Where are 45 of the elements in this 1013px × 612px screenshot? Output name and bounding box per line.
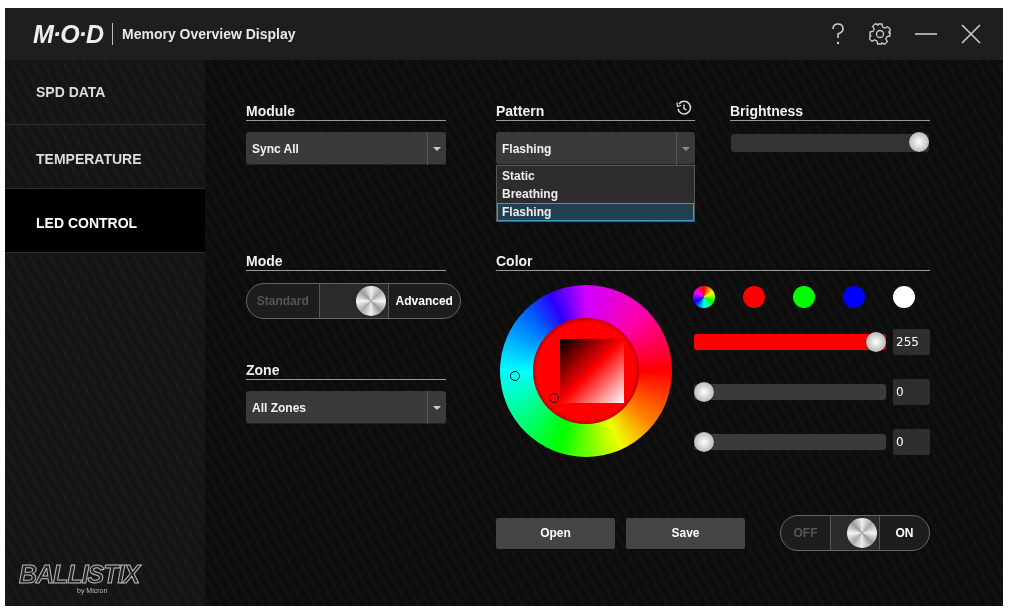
value-field[interactable]: 255 (893, 329, 930, 355)
minimize-icon[interactable] (915, 32, 937, 36)
window-title: Memory Overview Display (122, 26, 296, 42)
slider-thumb[interactable] (694, 382, 714, 402)
section-heading: Color (496, 253, 533, 270)
action-button[interactable]: Save (626, 517, 745, 549)
toggle-label: Advanced (394, 293, 454, 310)
module-dropdown[interactable]: Sync All (246, 132, 446, 165)
brand-logo: BALLISTIX (19, 561, 140, 587)
mode-toggle[interactable]: Standard Advanced (246, 283, 461, 319)
section-heading: Mode (246, 253, 283, 270)
settings-icon[interactable] (869, 23, 891, 45)
sidebar-item[interactable]: LED CONTROL (5, 189, 205, 253)
power-toggle[interactable]: OFF ON (780, 515, 930, 551)
toggle-label: Standard (255, 293, 310, 310)
toggle-label: OFF (792, 525, 819, 542)
color-swatch[interactable] (793, 286, 815, 308)
sidebar-item[interactable]: SPD DATA (5, 60, 205, 125)
slider-thumb[interactable] (866, 332, 886, 352)
zone-dropdown[interactable]: All Zones (246, 391, 446, 424)
help-icon[interactable] (831, 23, 845, 45)
toggle-knob (355, 286, 386, 316)
color-swatch[interactable] (743, 286, 765, 308)
dropdown-option[interactable]: Breathing (497, 185, 694, 203)
color-swatch[interactable] (843, 286, 865, 308)
toggle-label: ON (894, 525, 915, 542)
app-logo: M·O·D (33, 23, 113, 45)
section-heading: Pattern (496, 103, 545, 120)
color-spectrum-icon[interactable] (693, 286, 715, 308)
pattern-dropdown[interactable]: Flashing (496, 132, 695, 165)
section-heading: Brightness (730, 103, 804, 120)
value-field[interactable]: 0 (893, 379, 930, 405)
close-icon[interactable] (961, 24, 981, 44)
color-wheel-drawing[interactable] (500, 285, 672, 457)
history-icon[interactable] (676, 100, 692, 116)
toggle-knob (847, 518, 877, 548)
slider-thumb[interactable] (694, 432, 714, 452)
dropdown-option[interactable]: Static (497, 167, 694, 185)
action-button[interactable]: Open (496, 517, 615, 549)
section-heading: Zone (246, 362, 280, 379)
dropdown-option[interactable]: Flashing (497, 203, 694, 221)
value-field[interactable]: 0 (893, 429, 930, 455)
section-heading: Module (246, 103, 295, 120)
slider-thumb[interactable] (909, 132, 929, 152)
color-swatch[interactable] (893, 286, 915, 308)
